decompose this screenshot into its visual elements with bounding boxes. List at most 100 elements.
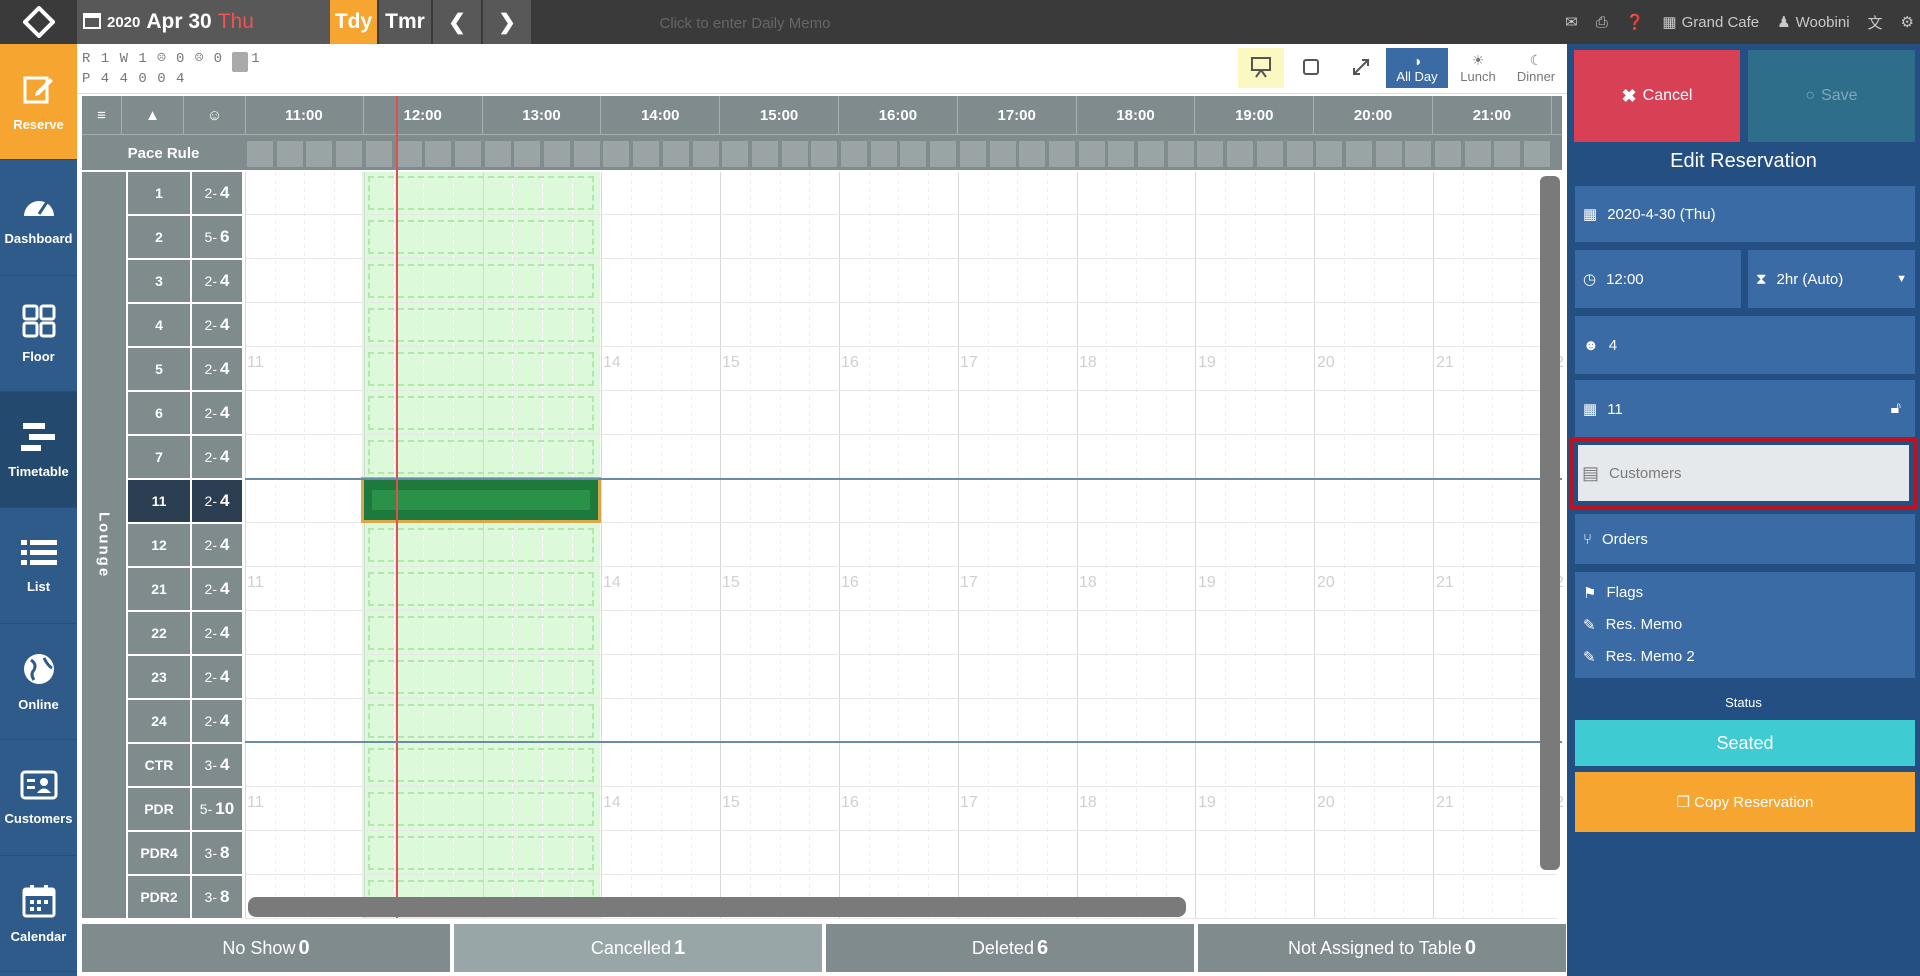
pace-cell[interactable]	[1047, 140, 1076, 168]
user-menu[interactable]: ♟ Woobini	[1777, 13, 1849, 32]
nav-floor[interactable]: Floor	[0, 276, 77, 392]
pace-cell[interactable]	[364, 140, 393, 168]
pace-cell[interactable]	[929, 140, 958, 168]
save-button[interactable]: ○ Save	[1748, 50, 1915, 142]
gear-icon[interactable]: ⚙	[1901, 13, 1914, 31]
available-slot[interactable]	[368, 572, 594, 606]
pace-cell[interactable]	[869, 140, 898, 168]
pace-cell[interactable]	[1018, 140, 1047, 168]
party-size-field[interactable]: ☻ 4	[1575, 316, 1915, 374]
available-slot[interactable]	[368, 616, 594, 650]
pace-cell[interactable]	[513, 140, 542, 168]
table-name-22[interactable]: 22	[128, 612, 190, 654]
table-name-11[interactable]: 11	[128, 480, 190, 522]
table-name-1[interactable]: 1	[128, 172, 190, 214]
cancel-button[interactable]: ✖ Cancel	[1574, 50, 1740, 142]
available-slot[interactable]	[368, 220, 594, 254]
not-assigned-tab[interactable]: Not Assigned to Table 0	[1198, 924, 1566, 972]
today-button[interactable]: Tdy	[330, 0, 377, 44]
no-show-tab[interactable]: No Show 0	[82, 924, 450, 972]
pace-cell[interactable]	[453, 140, 482, 168]
lunch-tab[interactable]: ☀ Lunch	[1450, 48, 1506, 88]
table-name-21[interactable]: 21	[128, 568, 190, 610]
pace-cell[interactable]	[661, 140, 690, 168]
pace-cell[interactable]	[988, 140, 1017, 168]
vertical-scrollbar[interactable]	[1540, 176, 1560, 870]
pace-cell[interactable]	[246, 140, 274, 168]
pace-cell[interactable]	[602, 140, 631, 168]
table-name-3[interactable]: 3	[128, 260, 190, 302]
available-slot[interactable]	[368, 704, 594, 738]
help-icon[interactable]: ❓	[1626, 13, 1645, 31]
tomorrow-button[interactable]: Tmr	[379, 0, 431, 44]
cancelled-tab[interactable]: Cancelled 1	[454, 924, 822, 972]
nav-timetable[interactable]: Timetable	[0, 392, 77, 508]
next-day-button[interactable]: ❯	[483, 0, 531, 44]
available-slot[interactable]	[368, 308, 594, 342]
clipboard-icon[interactable]	[232, 52, 248, 72]
pace-cell[interactable]	[1255, 140, 1284, 168]
table-name-ctr[interactable]: CTR	[128, 744, 190, 786]
table-name-pdr2[interactable]: PDR2	[128, 876, 190, 918]
pace-cell[interactable]	[1493, 140, 1522, 168]
nav-online[interactable]: Online	[0, 624, 77, 740]
pace-cell[interactable]	[424, 140, 453, 168]
daily-memo-input[interactable]: Click to enter Daily Memo	[560, 15, 930, 32]
customers-field[interactable]: ▤ Customers	[1578, 445, 1909, 501]
table-name-12[interactable]: 12	[128, 524, 190, 566]
pace-cell[interactable]	[632, 140, 661, 168]
pace-cell[interactable]	[1285, 140, 1314, 168]
flags-field[interactable]: ⚑ Flags	[1583, 584, 1643, 602]
res-memo2-field[interactable]: ✎ Res. Memo 2	[1583, 648, 1695, 666]
pace-cell[interactable]	[958, 140, 987, 168]
pace-cell[interactable]	[1404, 140, 1433, 168]
duration-select[interactable]: ⧗ 2hr (Auto) ▼	[1748, 250, 1915, 308]
prev-day-button[interactable]: ❮	[433, 0, 481, 44]
pace-cell[interactable]	[543, 140, 571, 168]
pace-cell[interactable]	[810, 140, 839, 168]
expand-button[interactable]	[1338, 48, 1384, 88]
restaurant-selector[interactable]: ▦ Grand Cafe	[1662, 13, 1759, 32]
layers-button[interactable]: ≡	[82, 96, 122, 134]
table-name-2[interactable]: 2	[128, 216, 190, 258]
pace-cell[interactable]	[780, 140, 809, 168]
time-field[interactable]: ◷ 12:00	[1575, 250, 1741, 308]
pace-cell[interactable]	[1196, 140, 1225, 168]
available-slot[interactable]	[368, 836, 594, 870]
pace-cell[interactable]	[1077, 140, 1106, 168]
available-slot[interactable]	[368, 792, 594, 826]
table-name-4[interactable]: 4	[128, 304, 190, 346]
status-seated-button[interactable]: Seated	[1575, 720, 1915, 766]
pace-cell[interactable]	[721, 140, 750, 168]
horizontal-scrollbar[interactable]	[248, 897, 1186, 917]
pace-cell[interactable]	[899, 140, 928, 168]
available-slot[interactable]	[368, 528, 594, 562]
presentation-view-button[interactable]	[1238, 48, 1284, 88]
pace-cell[interactable]	[1166, 140, 1195, 168]
app-logo-icon[interactable]	[0, 0, 77, 44]
pace-cell[interactable]	[1374, 140, 1403, 168]
available-slot[interactable]	[368, 352, 594, 386]
date-selector[interactable]: 2020 Apr 30 Thu	[77, 0, 330, 44]
square-view-button[interactable]	[1288, 48, 1334, 88]
table-field[interactable]: ▦ 11 🔓︎	[1575, 380, 1915, 438]
pace-cell[interactable]	[840, 140, 868, 168]
res-memo-field[interactable]: ✎ Res. Memo	[1583, 616, 1682, 634]
unlock-icon[interactable]: 🔓︎	[1891, 400, 1901, 418]
pace-cell[interactable]	[1226, 140, 1255, 168]
table-name-24[interactable]: 24	[128, 700, 190, 742]
pace-cell[interactable]	[572, 140, 601, 168]
nav-customers[interactable]: Customers	[0, 740, 77, 856]
pace-cell[interactable]	[1315, 140, 1344, 168]
available-slot[interactable]	[368, 440, 594, 474]
pace-cell[interactable]	[275, 140, 304, 168]
available-slot[interactable]	[368, 264, 594, 298]
available-slot[interactable]	[368, 660, 594, 694]
person-button[interactable]: ☺	[184, 96, 246, 134]
pace-cell[interactable]	[335, 140, 364, 168]
pace-cell[interactable]	[483, 140, 512, 168]
pace-cell[interactable]	[1344, 140, 1373, 168]
table-name-pdr4[interactable]: PDR4	[128, 832, 190, 874]
nav-calendar[interactable]: Calendar	[0, 856, 77, 972]
mail-icon[interactable]: ✉	[1565, 13, 1578, 31]
